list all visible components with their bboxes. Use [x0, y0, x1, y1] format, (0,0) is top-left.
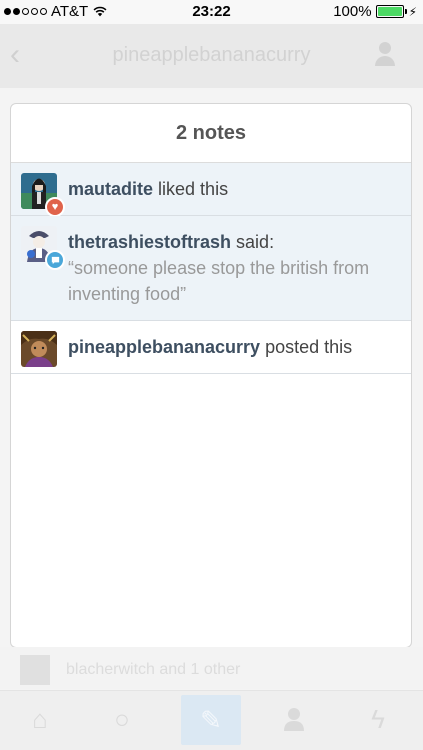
background-nav-title: pineapplebananacurry [112, 44, 311, 66]
status-right: 100% ⚡ [333, 3, 417, 20]
notes-title: 2 notes [11, 104, 411, 163]
background-tab-bar: ⌂ ○ ✎ ϟ [0, 690, 423, 750]
heart-icon: ♥ [45, 197, 65, 217]
note-row[interactable]: thetrashiestoftrash said: “someone pleas… [11, 216, 411, 321]
note-action: posted this [260, 337, 353, 357]
home-icon: ⌂ [32, 703, 48, 734]
note-row[interactable]: ♥ mautadite liked this [11, 163, 411, 217]
notes-modal: 2 notes ♥ mautadite liked this thetrashi… [10, 103, 412, 648]
avatar[interactable] [21, 226, 65, 270]
note-username[interactable]: pineapplebananacurry [68, 337, 260, 357]
account-icon [272, 697, 316, 741]
background-row-text: blacherwitch and 1 other [66, 661, 241, 678]
reply-icon [45, 250, 65, 270]
note-username[interactable]: mautadite [68, 179, 153, 199]
activity-icon: ϟ [371, 703, 385, 734]
user-icon [375, 42, 395, 68]
note-row[interactable]: pineapplebananacurry posted this [11, 321, 411, 374]
avatar [20, 655, 50, 685]
charging-icon: ⚡ [408, 4, 417, 19]
compose-icon: ✎ [181, 695, 241, 745]
note-username[interactable]: thetrashiestoftrash [68, 232, 231, 252]
avatar-image [21, 331, 57, 367]
search-icon: ○ [114, 703, 130, 734]
background-nav-bar: ‹ pineapplebananacurry [0, 24, 423, 88]
note-action: said: [231, 232, 275, 252]
note-action: liked this [153, 179, 229, 199]
battery-percent: 100% [333, 3, 372, 20]
avatar[interactable]: ♥ [21, 173, 65, 217]
status-bar: AT&T 23:22 100% ⚡ [0, 0, 423, 24]
battery-icon [375, 5, 407, 18]
avatar[interactable] [21, 331, 57, 367]
note-reply-text: “someone please stop the british from in… [68, 258, 370, 304]
background-list-row: blacherwitch and 1 other [0, 647, 423, 689]
